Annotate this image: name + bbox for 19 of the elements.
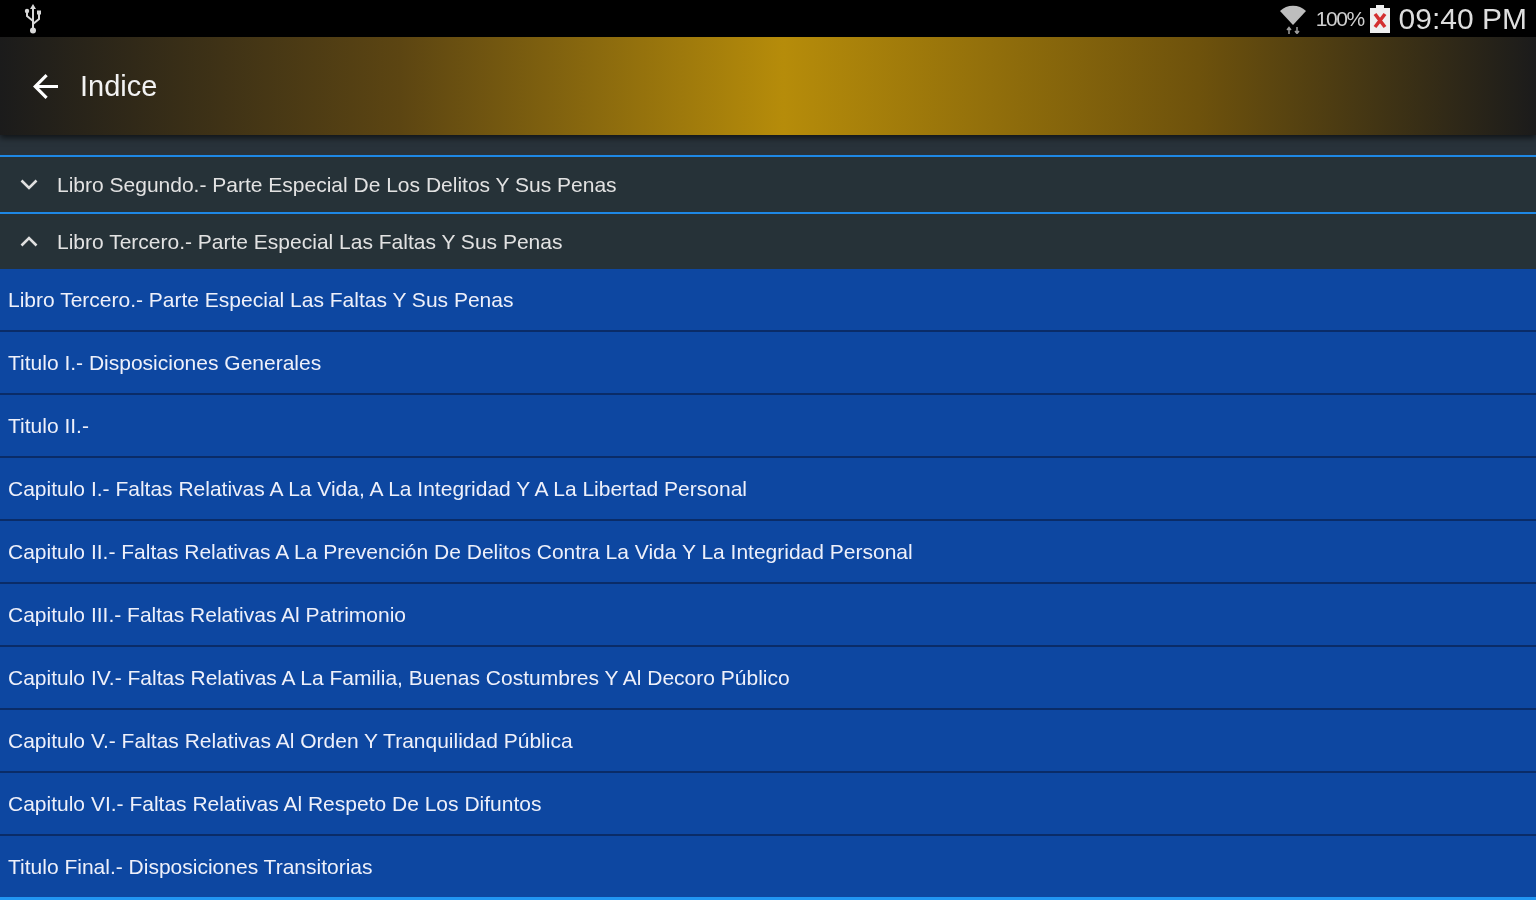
list-item[interactable]: Capitulo V.- Faltas Relativas Al Orden Y Tranquilidad Pública [0,710,1536,773]
usb-icon [24,3,42,34]
chevron-up-icon [20,236,38,247]
status-time: 09:40 PM [1398,1,1527,36]
list-item[interactable]: Titulo Final.- Disposiciones Transitorias [0,836,1536,897]
screen-title: Indice [80,69,158,103]
list-item[interactable]: Capitulo II.- Faltas Relativas A La Prevención De Delitos Contra La Vida Y La Integridad Personal [0,521,1536,584]
battery-percent: 100% [1315,6,1364,31]
list-item[interactable]: Titulo II.- [0,395,1536,458]
list-item[interactable]: Titulo I.- Disposiciones Generales [0,332,1536,395]
list-item[interactable]: Capitulo IV.- Faltas Relativas A La Familia, Buenas Costumbres Y Al Decoro Público [0,647,1536,710]
list-item[interactable]: Capitulo I.- Faltas Relativas A La Vida, A La Integridad Y A La Libertad Personal [0,458,1536,521]
battery-icon [1368,4,1391,33]
back-arrow-icon[interactable] [33,73,58,99]
wifi-icon [1277,3,1308,34]
list-item[interactable]: Libro Tercero.- Parte Especial Las Faltas Y Sus Penas [0,269,1536,332]
list-item[interactable]: Capitulo VI.- Faltas Relativas Al Respeto De Los Difuntos [0,773,1536,836]
list-item[interactable]: Capitulo III.- Faltas Relativas Al Patrimonio [0,584,1536,647]
chevron-down-icon [20,179,38,190]
